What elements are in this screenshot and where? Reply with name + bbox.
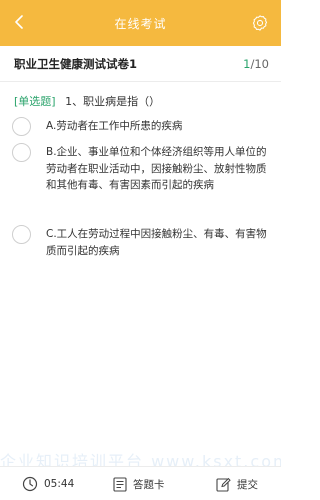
- option-c[interactable]: C.工人在劳动过程中因接触粉尘、有毒、有害物质而引起的疾病: [12, 225, 270, 259]
- answer-card-label: 答题卡: [133, 478, 165, 491]
- timer-value: 05:44: [44, 478, 75, 490]
- option-a[interactable]: A.劳动者在工作中所患的疾病: [12, 117, 270, 136]
- clock-icon: [22, 476, 38, 492]
- question-type: [单选题]: [14, 95, 56, 108]
- answer-card-icon: [113, 476, 127, 492]
- paper-title: 职业卫生健康测试试卷1: [14, 56, 138, 71]
- option-a-radio[interactable]: [12, 117, 31, 136]
- bottom-toolbar: 05:44 答题卡 提交: [0, 466, 281, 500]
- answer-card-button[interactable]: 答题卡: [113, 467, 165, 500]
- submit-button[interactable]: 提交: [216, 467, 258, 500]
- question-text: 职业病是指（）: [83, 95, 161, 108]
- back-button[interactable]: [8, 11, 30, 33]
- option-c-text: C.工人在劳动过程中因接触粉尘、有毒、有害物质而引起的疾病: [46, 228, 267, 257]
- submit-label: 提交: [237, 478, 258, 491]
- option-c-radio[interactable]: [12, 225, 31, 244]
- paper-info-bar: 职业卫生健康测试试卷1 1/10: [0, 46, 281, 82]
- timer: 05:44: [22, 467, 74, 500]
- page-title: 在线考试: [114, 16, 167, 31]
- option-b-text: B.企业、事业单位和个体经济组织等用人单位的劳动者在职业活动中，因接触粉尘、放射…: [46, 146, 267, 191]
- option-b[interactable]: B.企业、事业单位和个体经济组织等用人单位的劳动者在职业活动中，因接触粉尘、放射…: [12, 143, 270, 194]
- chevron-left-icon: [15, 15, 23, 29]
- gear-icon: [252, 15, 268, 31]
- question-number: 1、: [65, 95, 84, 108]
- option-a-text: A.劳动者在工作中所患的疾病: [46, 120, 183, 132]
- total-questions: /10: [250, 56, 269, 71]
- question-progress: 1/10: [243, 57, 269, 71]
- app-header: 在线考试: [0, 0, 281, 46]
- submit-edit-icon: [216, 477, 231, 492]
- option-b-radio[interactable]: [12, 143, 31, 162]
- question-stem: [单选题] 1、职业病是指（）: [14, 93, 270, 109]
- settings-button[interactable]: [251, 14, 269, 32]
